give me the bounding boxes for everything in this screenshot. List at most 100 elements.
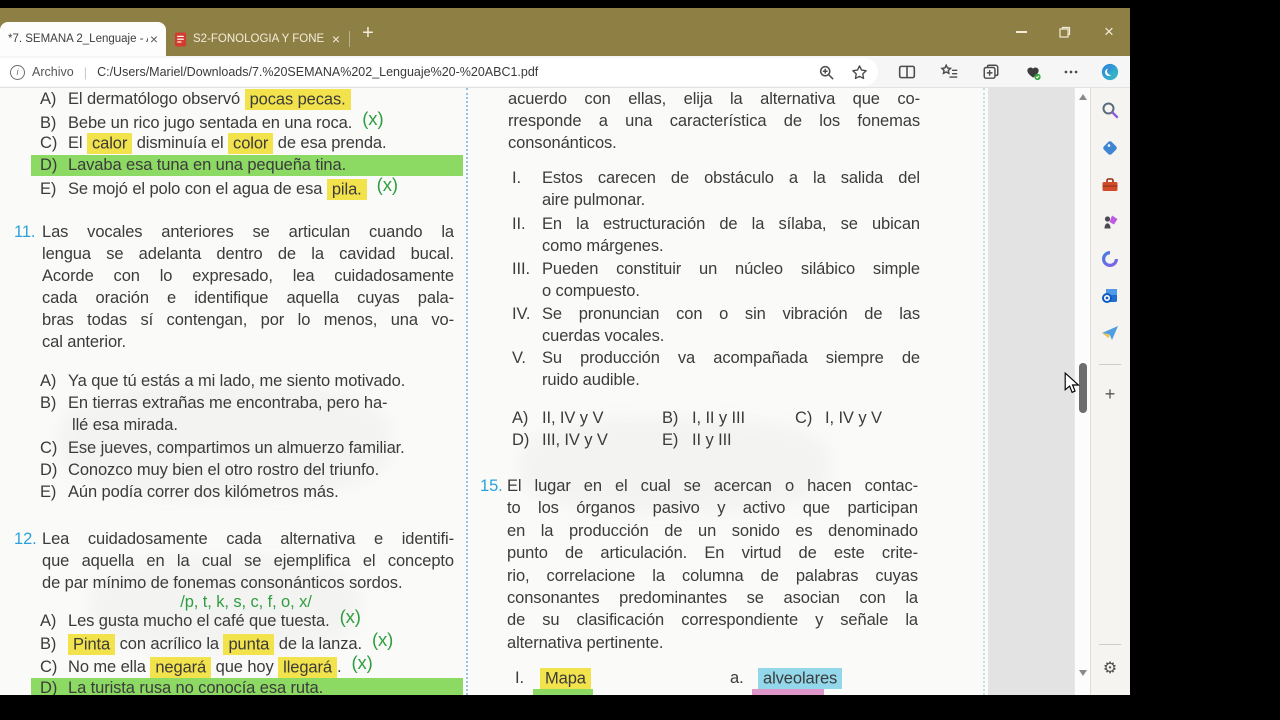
doc-text: rresponde a una característica de los fo… [508,112,920,130]
restore-icon [1059,26,1071,38]
toolbox-icon[interactable] [1100,175,1120,195]
doc-line: A) Ya que tú estás a mi lado, me siento m… [40,371,454,392]
doc-text: II. [512,215,526,233]
doc-line: de par mínimo de fonemas consonánticos s… [42,573,454,594]
doc-line: D) Lavaba esa tuna en una pequeña tina. [31,155,463,176]
doc-text: III. [512,260,530,278]
doc-text: E) [40,483,57,501]
doc-line: C) El calor disminuía el color de esa pre… [40,132,454,154]
settings-gear-icon[interactable]: ⚙ [1100,658,1120,678]
browser-window: *7. SEMANA 2_Lenguaje - ABC1 × S2-FONOLO… [0,8,1130,695]
doc-text: E) [40,180,57,198]
games-icon[interactable] [1100,212,1120,232]
doc-text: En tierras extrañas me encontraba, pero … [68,394,388,412]
doc-line: cuerdas vocales. [542,326,920,347]
tab-semana2-lenguaje[interactable]: *7. SEMANA 2_Lenguaje - ABC1 × [0,22,166,56]
doc-line: III. Pueden constituir un núcleo silábico… [512,259,920,280]
browser-toolbar: i Archivo | C:/Users/Mariel/Downloads/7.… [0,56,1130,88]
page-info-icon[interactable]: i [10,64,25,80]
favorite-star-icon[interactable] [851,64,868,81]
doc-line: D) III, IV y V E) II y III [512,430,920,451]
file-scheme-label: Archivo [32,65,74,79]
highlighted-text: Pinta [68,633,116,655]
pdf-file-icon [174,32,187,46]
doc-line: a. alveolares [730,667,843,689]
doc-text: B) [40,114,57,132]
doc-line: C) Ese jueves, compartimos un almuerzo fa… [40,438,454,459]
doc-text: D) [40,156,58,174]
copilot-button[interactable] [1100,62,1120,82]
doc-text: Pueden constituir un núcleo silábico sim… [542,260,920,278]
answer-x-mark: (x) [339,606,361,627]
zoom-icon[interactable] [818,64,835,81]
scroll-down-icon[interactable] [1079,670,1087,676]
shopping-icon[interactable] [1100,138,1120,158]
restore-button[interactable] [1048,8,1082,56]
partial-highlight-strip [533,689,593,695]
doc-text: rio, correlacione la columna de palabras… [507,567,918,585]
doc-text: A) [40,612,57,630]
doc-text: C) [40,658,58,676]
doc-text: No me ella [68,658,151,676]
new-tab-button[interactable]: + [355,20,381,46]
doc-line: V. Su producción va acompañada siempre de [512,348,920,369]
address-url[interactable]: C:/Users/Mariel/Downloads/7.%20SEMANA%20… [97,65,818,79]
doc-text: Ya que tú estás a mi lado, me siento mot… [68,372,406,390]
favorites-bar-button[interactable] [940,63,958,81]
outlook-icon[interactable] [1100,286,1120,306]
browser-essentials-button[interactable] [1024,63,1042,81]
doc-line: rresponde a una característica de los fo… [508,111,920,132]
doc-line: ruido audible. [542,370,920,391]
tab-close-icon[interactable]: × [148,32,160,46]
doc-line: como márgenes. [542,236,920,257]
doc-text: V. [512,349,526,367]
customize-sidebar-button[interactable]: + [1100,384,1120,404]
mouse-cursor [1064,372,1080,394]
more-options-button[interactable] [1062,63,1080,81]
screen: *7. SEMANA 2_Lenguaje - ABC1 × S2-FONOLO… [0,0,1280,720]
highlighted-text: llegará [278,656,337,678]
doc-text: Lea cuidadosamente cada alternativa e id… [42,530,454,548]
scroll-up-icon[interactable] [1079,94,1087,100]
doc-line: E) Se mojó el polo con el agua de esa pil… [40,174,454,200]
doc-text: III, IV y V [542,431,608,449]
doc-text: II y III [692,431,732,449]
address-bar[interactable]: i Archivo | C:/Users/Mariel/Downloads/7.… [0,58,878,86]
doc-line: de su clasificación correspondiente y se… [507,610,918,631]
answer-x-mark: (x) [371,629,394,650]
split-screen-button[interactable] [898,63,916,81]
microsoft-365-icon[interactable] [1100,249,1120,269]
doc-line: 11. Las vocales anteriores se articulan c… [14,222,454,243]
doc-text: Ese jueves, compartimos un almuerzo fami… [68,439,405,457]
doc-text: Su producción va acompañada siempre de [542,349,920,367]
tab-fonologia-fonetica[interactable]: S2-FONOLOGÍA Y FONÉTICA.pdf × [170,22,346,56]
highlighted-text: pila. [326,178,367,200]
drop-icon[interactable] [1100,323,1120,343]
doc-text: que hoy [211,658,279,676]
doc-text: B) [40,635,57,653]
doc-text: de la lanza. [274,635,362,653]
highlighted-text: punta [223,633,275,655]
close-window-button[interactable]: × [1092,8,1126,56]
search-icon[interactable] [1100,100,1120,120]
doc-text: El [68,134,87,152]
minimize-button[interactable] [1004,8,1038,56]
doc-text: que aquella en la cual se ejemplifica el… [42,552,454,570]
doc-text: cuerdas vocales. [542,327,665,345]
tab-strip: *7. SEMANA 2_Lenguaje - ABC1 × S2-FONOLO… [0,8,1130,56]
doc-line: D) La turista rusa no conocía esa ruta. [31,678,463,695]
tab-title: S2-FONOLOGÍA Y FONÉTICA.pdf [193,33,324,45]
doc-text: Aún podía correr dos kilómetros más. [68,483,339,501]
collections-button[interactable] [982,63,1000,81]
tab-close-icon[interactable]: × [330,32,342,46]
doc-line: que aquella en la cual se ejemplifica el… [42,551,454,572]
doc-text: en la producción de un sonido es denomin… [507,522,918,540]
doc-line: 15. El lugar en el cual se acercan o hace… [480,476,918,497]
doc-text: D) [512,431,530,449]
column-divider [466,88,468,695]
doc-line: consonantes predominantes se asocian con… [507,588,918,609]
answer-x-mark: (x) [362,108,384,129]
doc-line: llé esa mirada. [72,415,452,436]
doc-text: lengua se adelanta dentro de la cavidad … [42,245,454,263]
doc-line: II. En la estructuración de la sílaba, se… [512,214,920,235]
